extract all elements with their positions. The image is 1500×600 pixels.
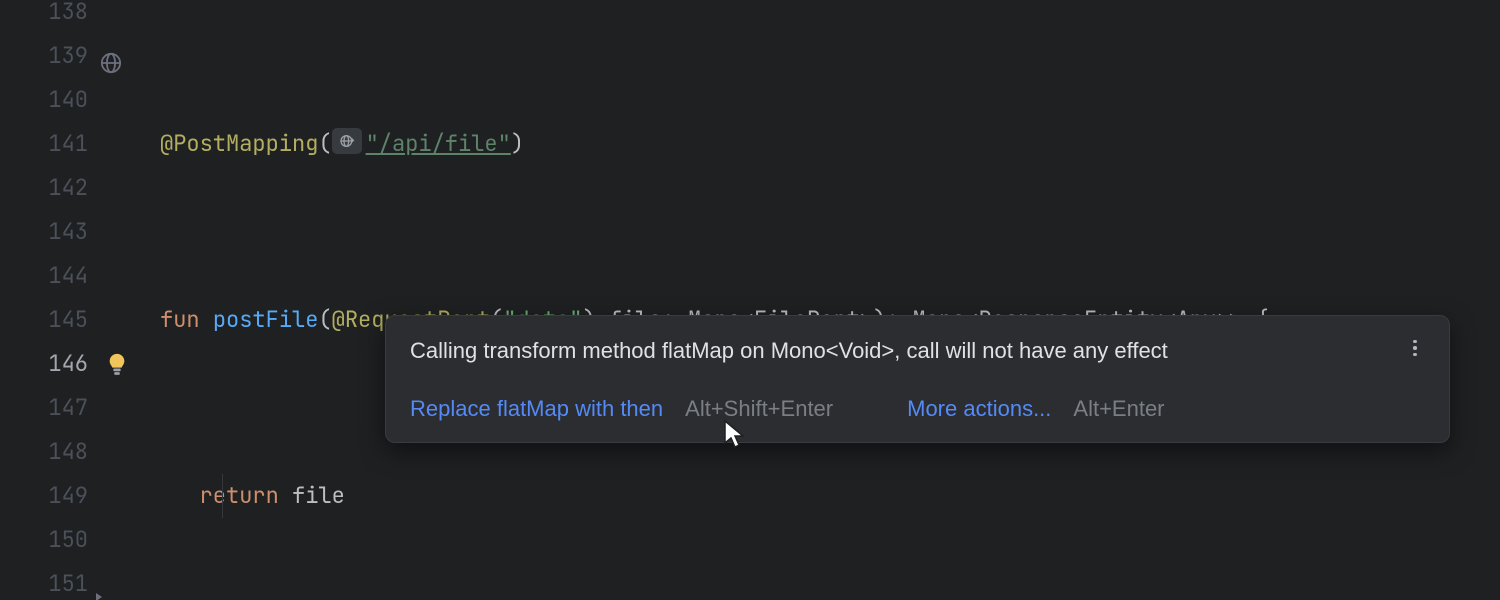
line-number: 147 xyxy=(0,386,88,430)
fold-toggle-icon[interactable] xyxy=(92,575,106,589)
shortcut-hint: Alt+Enter xyxy=(1073,394,1164,424)
code-line[interactable]: @PostMapping("/api/file") xyxy=(160,122,1500,166)
line-number: 149 xyxy=(0,474,88,518)
quick-fix-primary[interactable]: Replace flatMap with then xyxy=(410,394,663,424)
code-editor: 138 139 140 141 142 143 144 145 146 147 … xyxy=(0,0,1500,600)
line-number: 150 xyxy=(0,518,88,562)
inspection-tooltip: Calling transform method flatMap on Mono… xyxy=(385,315,1450,443)
line-number: 140 xyxy=(0,78,88,122)
url-navigate-icon[interactable] xyxy=(332,128,362,154)
line-number: 144 xyxy=(0,254,88,298)
code-line[interactable]: return file xyxy=(160,474,1500,518)
line-number: 143 xyxy=(0,210,88,254)
tooltip-menu-icon[interactable] xyxy=(1405,336,1425,356)
inspection-message: Calling transform method flatMap on Mono… xyxy=(410,336,1393,366)
line-number: 145 xyxy=(0,298,88,342)
line-number: 142 xyxy=(0,166,88,210)
annotation: @PostMapping xyxy=(160,129,318,158)
line-number: 148 xyxy=(0,430,88,474)
line-number: 146 xyxy=(0,342,88,386)
line-number: 138 xyxy=(0,0,88,34)
code-area[interactable]: @PostMapping("/api/file") fun postFile(@… xyxy=(110,0,1500,600)
more-actions-link[interactable]: More actions... xyxy=(907,394,1051,424)
shortcut-hint: Alt+Shift+Enter xyxy=(685,394,833,424)
line-number: 141 xyxy=(0,122,88,166)
line-number: 139 xyxy=(0,34,88,78)
gutter: 138 139 140 141 142 143 144 145 146 147 … xyxy=(0,0,110,600)
line-number: 151 xyxy=(0,562,88,600)
url-path-string[interactable]: "/api/file" xyxy=(366,129,511,158)
